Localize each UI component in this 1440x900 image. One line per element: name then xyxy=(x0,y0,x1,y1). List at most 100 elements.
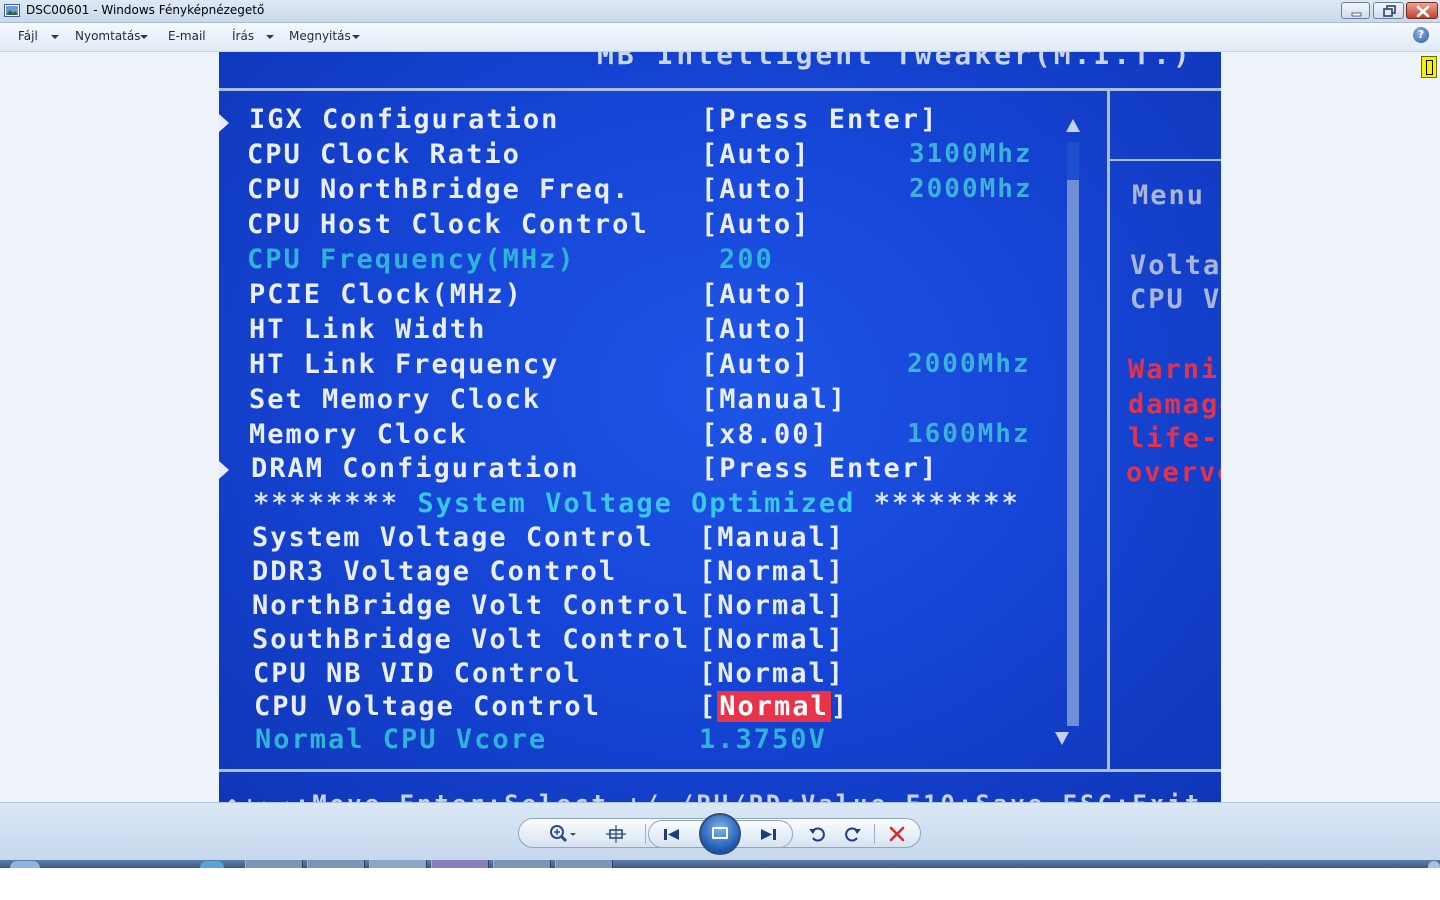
bios-key-hints: ↑↓←→:Move Enter:Select +/-/PU/PD:Value F… xyxy=(225,790,1202,802)
bios-title: MB Intelligent Tweaker(M.I.T.) xyxy=(597,52,1193,71)
delete-icon xyxy=(889,826,905,842)
row-label: CPU NB VID Control xyxy=(253,658,582,689)
row-label: Memory Clock xyxy=(249,419,469,450)
submenu-arrow-icon xyxy=(219,114,229,132)
title-bar: DSC00601 - Windows Fényképnézegető xyxy=(0,0,1440,23)
bios-row-normal-vcore: Normal CPU Vcore 1.3750V xyxy=(219,724,1219,758)
row-label: DDR3 Voltage Control xyxy=(252,556,618,587)
bios-scrollbar-thumb[interactable] xyxy=(1067,180,1079,726)
rotate-clockwise-icon xyxy=(845,827,861,842)
row-value: [Auto] xyxy=(701,139,811,170)
bracket-close: ] xyxy=(830,691,850,722)
chevron-down-icon[interactable] xyxy=(140,35,148,39)
play-slide-show-button[interactable] xyxy=(699,813,741,855)
section-title: System Voltage Optimized xyxy=(417,488,856,519)
row-value: [Normal] xyxy=(699,556,846,587)
scroll-down-arrow-icon[interactable] xyxy=(1055,732,1069,745)
close-button[interactable] xyxy=(1406,2,1438,19)
row-value: [Normal] xyxy=(699,624,846,655)
restore-button[interactable] xyxy=(1373,2,1404,19)
help-panel-warning: overvo xyxy=(1126,457,1221,488)
row-label: IGX Configuration xyxy=(249,104,560,135)
fit-to-window-button[interactable] xyxy=(602,820,630,848)
help-panel-warning: life-c xyxy=(1128,423,1221,454)
chevron-down-icon[interactable] xyxy=(51,35,59,39)
minimize-button[interactable] xyxy=(1341,2,1370,19)
close-icon xyxy=(1416,5,1430,18)
row-value: [Normal] xyxy=(699,658,846,689)
next-button[interactable] xyxy=(754,820,782,848)
start-orb[interactable] xyxy=(10,861,40,868)
row-value: 200 xyxy=(719,244,774,275)
slideshow-icon xyxy=(712,827,728,839)
bios-bottom-divider xyxy=(219,769,1221,772)
menu-burn[interactable]: Írás xyxy=(232,29,254,43)
row-label: CPU Frequency(MHz) xyxy=(247,244,576,275)
row-label: SouthBridge Volt Control xyxy=(252,624,691,655)
row-value: [x8.00] xyxy=(701,419,829,450)
section-header: ******** System Voltage Optimized ******… xyxy=(253,488,1020,519)
rotate-counterclockwise-icon xyxy=(809,827,825,842)
chevron-down-icon[interactable] xyxy=(352,35,360,39)
photo-viewer-app-icon xyxy=(4,4,20,17)
row-frequency: 2000Mhz xyxy=(907,349,1031,379)
help-panel-warning: damage xyxy=(1128,389,1221,420)
section-stars: ******** xyxy=(873,488,1020,519)
help-button[interactable]: ? xyxy=(1413,27,1429,43)
menu-open[interactable]: Megnyitás xyxy=(289,29,351,43)
minimize-icon xyxy=(1351,12,1362,17)
row-value: [Normal] xyxy=(699,691,849,722)
row-label: CPU Host Clock Control xyxy=(247,209,649,240)
rotate-counterclockwise-button[interactable] xyxy=(804,820,832,848)
row-label: Normal CPU Vcore xyxy=(255,724,548,755)
row-value: 1.3750V xyxy=(699,724,827,755)
zoom-button[interactable] xyxy=(546,820,576,848)
taskbar-button[interactable] xyxy=(555,860,613,868)
row-value: [Manual] xyxy=(699,522,846,553)
row-label: CPU Clock Ratio xyxy=(247,139,521,170)
taskbar-button[interactable] xyxy=(431,860,489,868)
taskbar-button[interactable] xyxy=(369,860,427,868)
taskbar-button[interactable] xyxy=(245,860,303,868)
row-label: System Voltage Control xyxy=(252,522,654,553)
taskbar-button[interactable] xyxy=(493,860,551,868)
toolbar-separator xyxy=(874,824,875,844)
row-value: [Auto] xyxy=(701,349,811,380)
rotate-clockwise-button[interactable] xyxy=(838,820,866,848)
fit-to-window-icon xyxy=(606,825,626,843)
row-value: [Press Enter] xyxy=(701,453,939,484)
row-label: NorthBridge Volt Control xyxy=(252,590,691,621)
menu-bar: Fájl Nyomtatás E-mail Írás Megnyitás xyxy=(0,23,1440,52)
scroll-up-arrow-icon[interactable] xyxy=(1066,119,1080,132)
chevron-down-icon[interactable] xyxy=(266,35,274,39)
show-desktop-button[interactable] xyxy=(1428,861,1440,868)
submenu-arrow-icon xyxy=(219,461,229,479)
restore-icon xyxy=(1383,5,1396,17)
previous-icon xyxy=(664,829,679,840)
section-stars: ******** xyxy=(253,488,400,519)
previous-button[interactable] xyxy=(658,820,686,848)
menu-print[interactable]: Nyomtatás xyxy=(75,29,140,43)
toolbar-separator xyxy=(645,824,646,844)
menu-email[interactable]: E-mail xyxy=(168,29,206,43)
row-value: [Auto] xyxy=(701,209,811,240)
help-panel-warning: Warnin xyxy=(1128,354,1221,385)
taskbar-icon[interactable] xyxy=(200,861,224,868)
photo-bios-screen[interactable]: MB Intelligent Tweaker(M.I.T.) IGX Confi… xyxy=(219,52,1221,802)
row-value: [Press Enter] xyxy=(701,104,939,135)
selected-value-highlight[interactable]: Normal xyxy=(717,691,831,722)
delete-button[interactable] xyxy=(883,820,911,848)
row-value: [Normal] xyxy=(699,590,846,621)
row-value: [Manual] xyxy=(701,384,848,415)
help-panel-line: CPU V xyxy=(1130,284,1221,315)
help-panel-line: Voltag xyxy=(1130,250,1221,281)
row-frequency: 3100Mhz xyxy=(909,139,1033,169)
bios-top-divider xyxy=(219,88,1221,91)
next-icon xyxy=(761,829,776,840)
row-label: PCIE Clock(MHz) xyxy=(249,279,523,310)
taskbar-button[interactable] xyxy=(307,860,365,868)
menu-file[interactable]: Fájl xyxy=(18,29,38,43)
row-label: CPU Voltage Control xyxy=(254,691,601,722)
row-label: Set Memory Clock xyxy=(249,384,542,415)
window-title: DSC00601 - Windows Fényképnézegető xyxy=(26,3,265,17)
